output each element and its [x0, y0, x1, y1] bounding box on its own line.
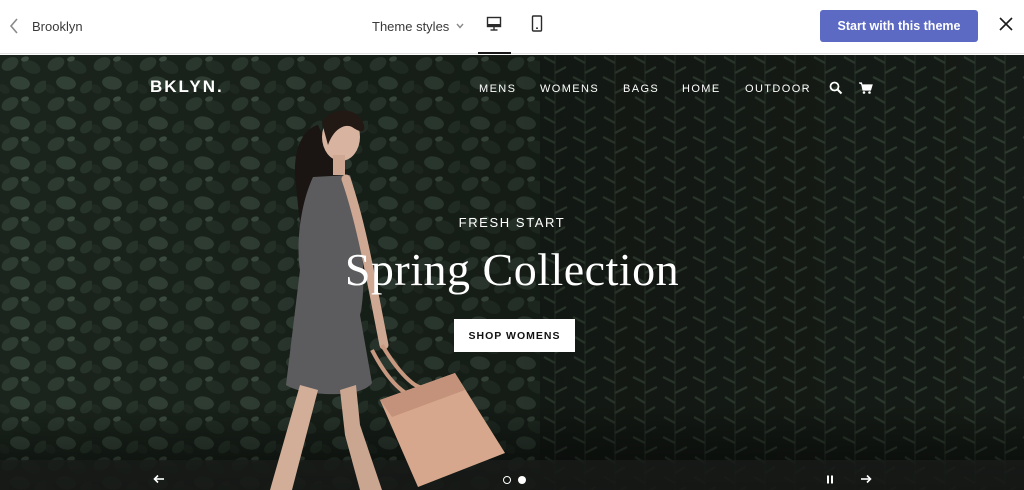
preview-toolbar: Brooklyn Theme styles Start with this th… [0, 0, 1024, 54]
nav-item-outdoor[interactable]: OUTDOOR [745, 83, 811, 95]
slider-dot-1[interactable] [503, 476, 511, 484]
theme-styles-dropdown[interactable]: Theme styles [372, 12, 465, 40]
chevron-down-icon [449, 17, 465, 35]
chevron-left-icon [8, 16, 20, 36]
nav-item-mens[interactable]: MENS [479, 83, 516, 95]
desktop-icon [485, 16, 503, 37]
start-with-theme-button[interactable]: Start with this theme [820, 10, 978, 42]
nav-item-bags[interactable]: BAGS [623, 83, 659, 95]
arrow-right-icon [860, 471, 872, 489]
slide-eyebrow: FRESH START [458, 215, 566, 230]
theme-name: Brooklyn [32, 18, 83, 34]
mobile-icon [530, 15, 544, 37]
search-icon[interactable] [829, 81, 843, 100]
slide-title: Spring Collection [344, 244, 680, 295]
nav-item-womens[interactable]: WOMENS [540, 83, 599, 95]
slider-next-button[interactable] [857, 471, 875, 489]
arrow-left-icon [153, 471, 165, 489]
mobile-preview-button[interactable] [521, 12, 553, 40]
pause-icon [826, 471, 834, 489]
nav-item-home[interactable]: HOME [682, 83, 721, 95]
back-to-themes-link[interactable]: Brooklyn [8, 12, 83, 40]
slider-dot-2[interactable] [518, 476, 526, 484]
close-icon [999, 16, 1013, 36]
desktop-preview-button[interactable] [478, 12, 510, 40]
theme-preview: BKLYN. MENS WOMENS BAGS HOME OUTDOOR FRE… [0, 55, 1024, 490]
store-logo[interactable]: BKLYN. [150, 77, 224, 97]
shop-womens-button[interactable]: SHOP WOMENS [454, 319, 575, 352]
slider-pause-button[interactable] [821, 471, 839, 489]
cart-icon[interactable] [858, 81, 873, 100]
close-preview-button[interactable] [994, 14, 1018, 38]
active-device-indicator [478, 52, 511, 54]
slider-prev-button[interactable] [150, 471, 168, 489]
theme-styles-label: Theme styles [372, 18, 450, 34]
